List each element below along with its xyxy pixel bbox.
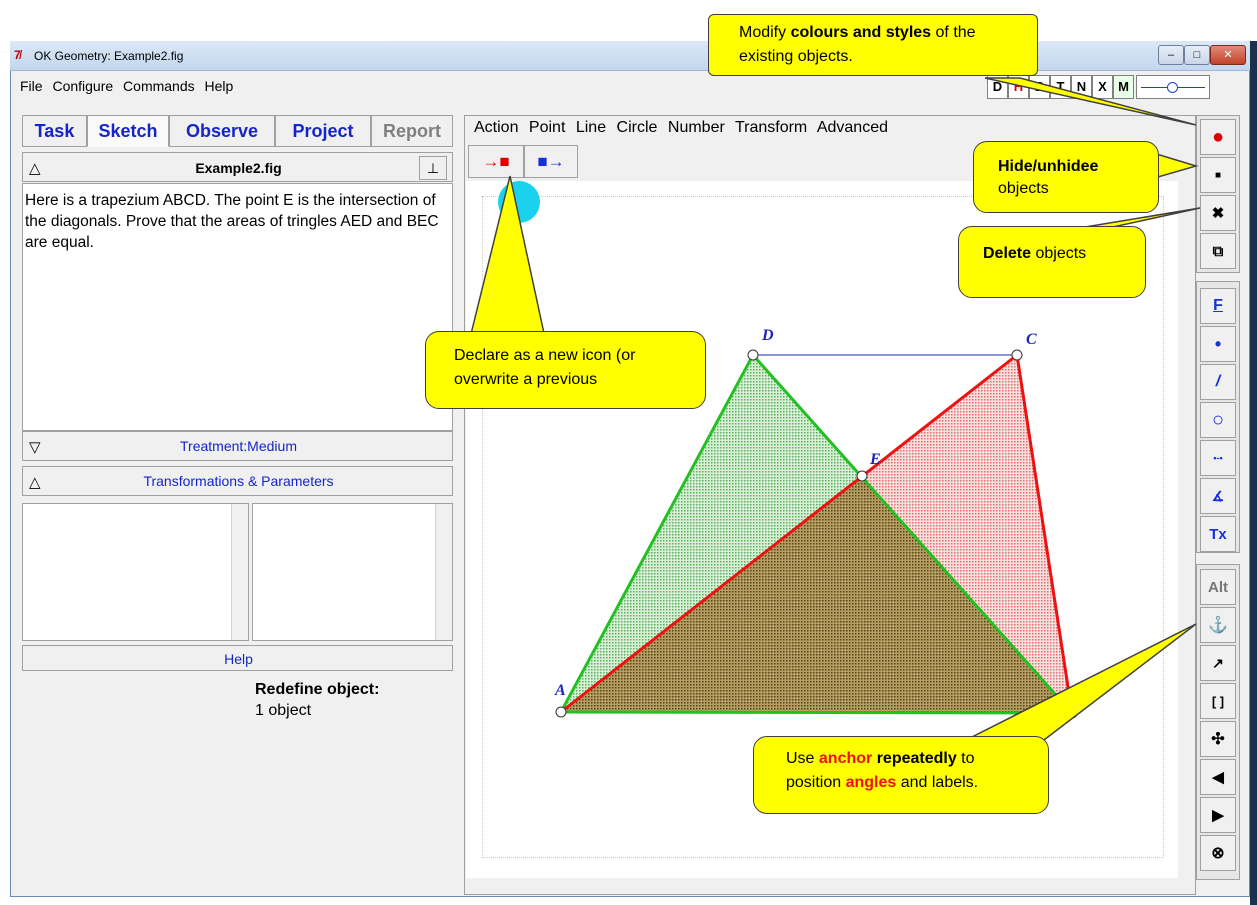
callout-colours-text-1: Modify xyxy=(739,24,791,41)
callout-pointers xyxy=(469,77,1201,744)
callout-anchor-bold: repeatedly xyxy=(872,750,957,767)
callout-hide-bold: Hide/unhidee xyxy=(998,158,1099,175)
pointer-colours xyxy=(984,77,1197,126)
callout-hide: Hide/unhidee objects xyxy=(973,141,1159,213)
callout-anchor: Use anchor repeatedly to position angles… xyxy=(753,736,1049,814)
pointer-declare xyxy=(469,175,546,339)
pointer-anchor xyxy=(959,623,1197,744)
callout-delete-bold: Delete xyxy=(983,245,1032,262)
callout-declare-line-1: Declare as a new icon (or xyxy=(454,347,636,364)
callout-anchor-text-1: Use xyxy=(786,750,819,767)
callout-delete-text: objects xyxy=(1031,245,1087,262)
callout-anchor-text-3: and labels. xyxy=(896,774,979,791)
callout-colours-bold: colours and styles xyxy=(790,24,932,41)
callout-anchor-red: anchor xyxy=(818,750,873,767)
callout-colours: Modify colours and styles of the existin… xyxy=(708,14,1038,76)
callout-hide-text: objects xyxy=(998,180,1049,197)
callout-anchor-red-2: angles xyxy=(845,774,897,791)
callout-declare: Declare as a new icon (or overwrite a pre… xyxy=(425,331,706,409)
callout-delete: Delete objects xyxy=(958,226,1146,298)
callout-declare-line-2: overwrite a previous xyxy=(454,371,598,388)
